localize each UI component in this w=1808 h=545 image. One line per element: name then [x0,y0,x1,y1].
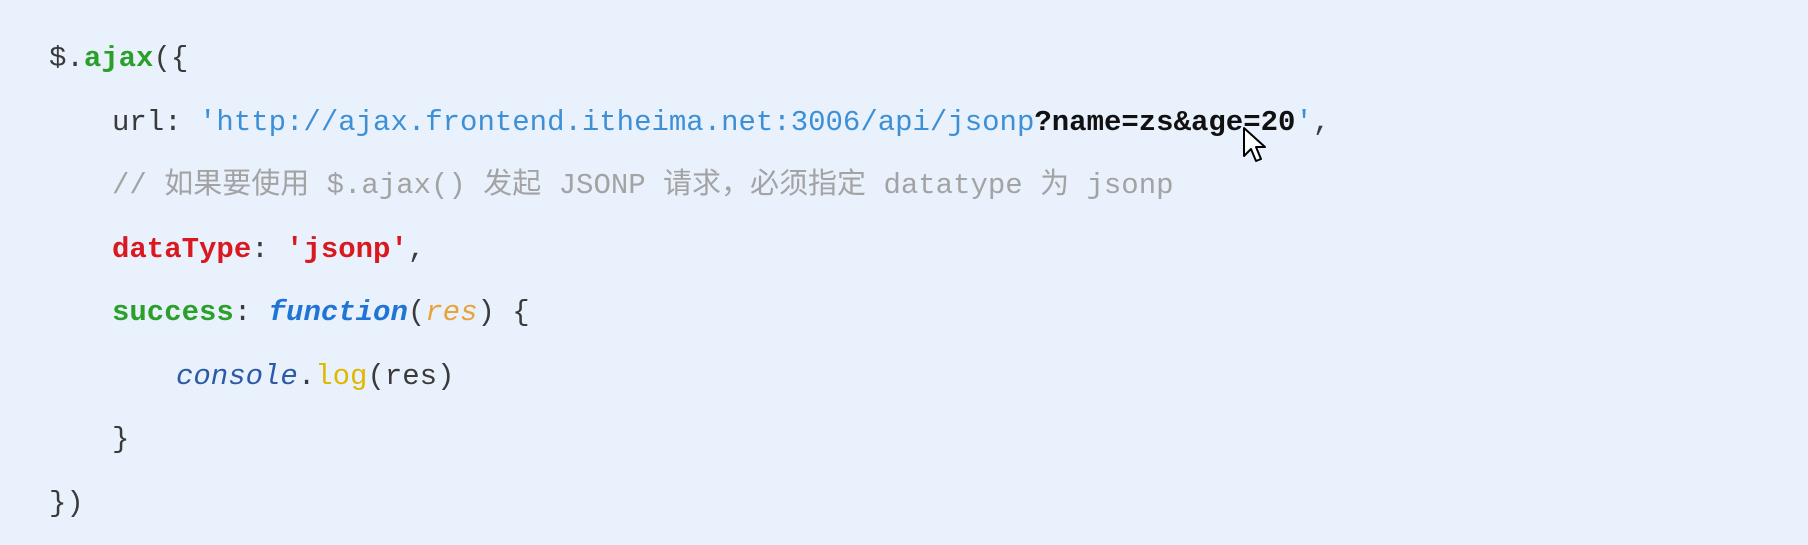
console-dot: . [297,359,316,393]
param-res: res [425,296,478,329]
function-keyword: function [268,296,408,329]
url-comma: , [1312,105,1331,139]
success-colon: : [233,296,269,329]
function-close-brace: } [112,423,130,456]
url-string-close-quote: ' [1295,105,1313,139]
url-key: url: [112,105,200,139]
ajax-close: }) [49,486,84,520]
datatype-comma: , [407,232,426,266]
code-block: $.ajax({ url: 'http://ajax.frontend.ithe… [49,27,1749,535]
code-line-2: url: 'http://ajax.frontend.itheima.net:3… [49,91,1749,155]
code-line-3: // 如果要使用 $.ajax() 发起 JSONP 请求，必须指定 datat… [49,154,1749,218]
jquery-symbol: $. [49,42,84,75]
param-close-brace: ) { [477,296,530,329]
datatype-value: 'jsonp' [286,232,408,266]
code-comment: // 如果要使用 $.ajax() 发起 JSONP 请求，必须指定 datat… [112,169,1174,202]
code-line-5: success: function(res) { [49,281,1749,345]
log-args: (res) [367,359,455,393]
code-line-6: console.log(res) [49,345,1749,409]
mouse-pointer-icon [1243,127,1266,162]
success-key: success [112,296,234,329]
code-line-4: dataType: 'jsonp', [49,218,1749,282]
code-line-1: $.ajax({ [49,27,1749,91]
param-open-paren: ( [407,296,426,329]
datatype-colon: : [251,232,287,266]
log-method: log [315,359,368,393]
code-line-7: } [49,408,1749,472]
slide-background: $.ajax({ url: 'http://ajax.frontend.ithe… [0,0,1808,545]
ajax-function-name: ajax [83,42,154,75]
console-object: console [176,359,298,393]
url-string: 'http://ajax.frontend.itheima.net:3006/a… [199,105,1035,139]
datatype-key: dataType [112,232,252,266]
open-paren-brace: ({ [153,42,189,75]
code-line-8: }) [49,472,1749,536]
